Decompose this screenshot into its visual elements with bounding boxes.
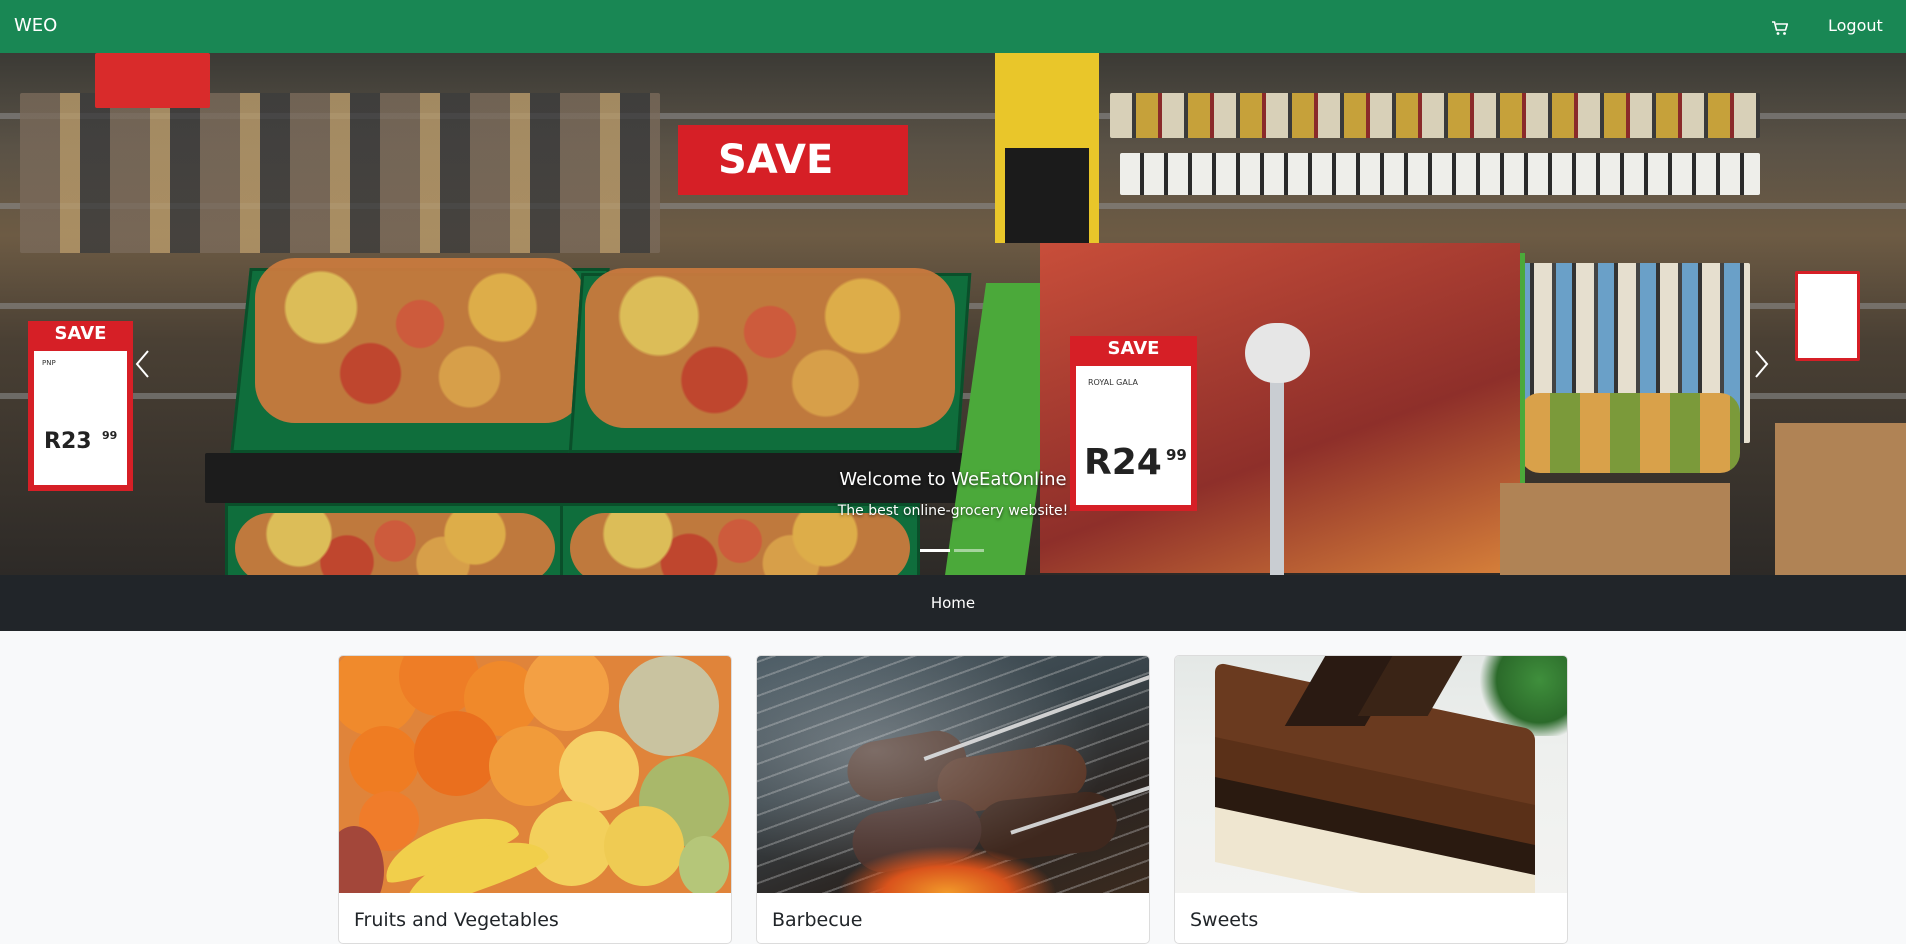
carousel-indicator-1[interactable] — [920, 549, 950, 552]
hero-carousel: SAVE SAVE PNP R23 99 SAVE ROYAL GALA R24… — [0, 53, 1906, 575]
fruits-vegetables-photo — [339, 656, 731, 893]
category-title[interactable]: Fruits and Vegetables — [354, 909, 559, 931]
carousel-next-button[interactable] — [1752, 349, 1770, 379]
barbecue-grill-photo — [757, 656, 1149, 893]
logout-link[interactable]: Logout — [1828, 16, 1883, 35]
nav-home-link[interactable]: Home — [0, 594, 1906, 612]
carousel-indicators — [920, 549, 986, 553]
carousel-prev-button[interactable] — [134, 349, 152, 379]
save-label: SAVE — [54, 323, 107, 344]
chevron-right-icon — [1755, 350, 1769, 378]
save-label: SAVE — [1107, 338, 1160, 359]
sign-small-text: ROYAL GALA — [1088, 378, 1138, 387]
carousel-caption-title: Welcome to WeEatOnline — [839, 469, 1067, 490]
top-navbar: WEO Logout — [0, 0, 1906, 53]
sign-small-text: PNP — [42, 359, 56, 367]
carousel-indicator-2[interactable] — [954, 549, 984, 552]
category-card-barbecue[interactable]: Barbecue — [756, 655, 1150, 944]
carousel-caption-subtitle: The best online-grocery website! — [837, 503, 1069, 519]
category-title[interactable]: Sweets — [1190, 909, 1258, 931]
category-card-sweets[interactable]: Sweets — [1174, 655, 1568, 944]
category-title[interactable]: Barbecue — [772, 909, 862, 931]
chevron-left-icon — [135, 350, 149, 378]
category-navbar: Home — [0, 575, 1906, 631]
sign-price: R23 — [44, 429, 92, 454]
sign-price-cents: 99 — [102, 429, 118, 442]
cart-icon[interactable] — [1770, 18, 1790, 38]
chocolate-cake-photo — [1175, 656, 1567, 893]
save-banner: SAVE — [678, 125, 908, 195]
sign-price-cents: 99 — [1166, 446, 1187, 464]
brand-logo[interactable]: WEO — [14, 15, 57, 36]
category-card-fruits[interactable]: Fruits and Vegetables — [338, 655, 732, 944]
